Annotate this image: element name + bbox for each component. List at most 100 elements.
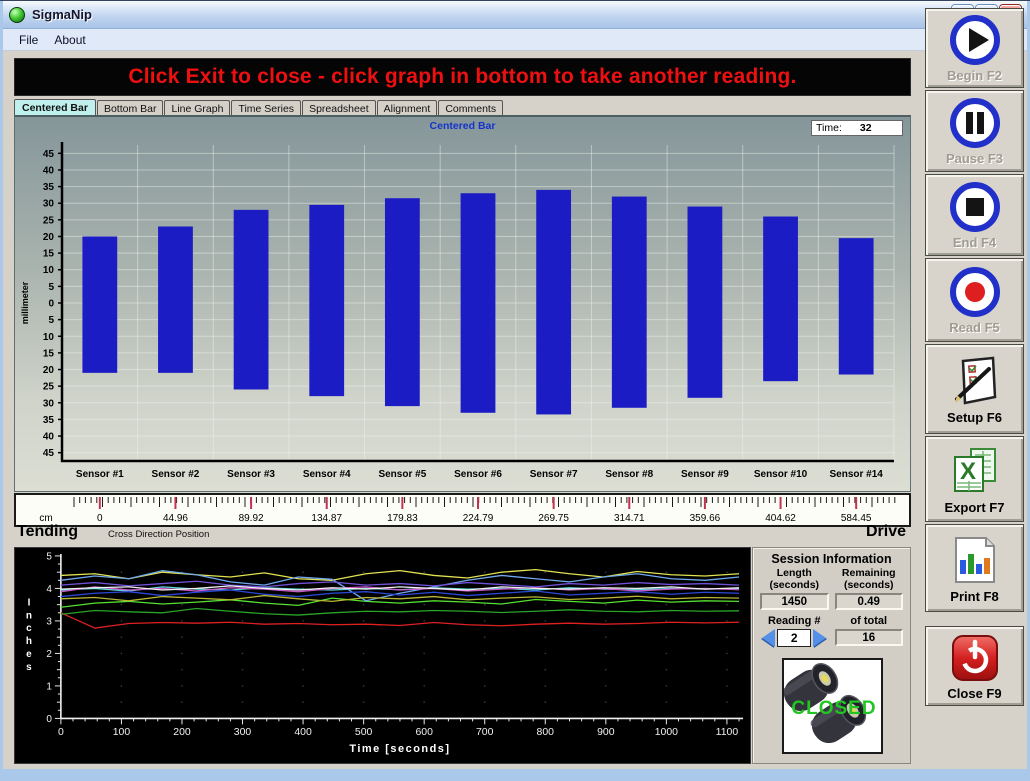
tab-spreadsheet[interactable]: Spreadsheet <box>302 100 376 116</box>
setup-button[interactable]: Setup F6 <box>925 344 1024 434</box>
svg-text:Sensor #1: Sensor #1 <box>76 469 124 480</box>
svg-text:40: 40 <box>43 432 55 443</box>
svg-text:269.75: 269.75 <box>538 513 569 524</box>
end-button[interactable]: End F4 <box>925 174 1024 256</box>
svg-text:Time [seconds]: Time [seconds] <box>349 743 450 755</box>
reading-number-field[interactable]: 2 <box>777 629 811 647</box>
svg-text:h: h <box>26 636 32 647</box>
time-value: 32 <box>860 122 872 134</box>
reading-next-arrow-icon[interactable] <box>813 629 826 647</box>
ruler-axis-label: Cross Direction Position <box>108 529 209 540</box>
length-label: Length (seconds) <box>760 568 829 591</box>
tab-line-graph[interactable]: Line Graph <box>164 100 230 116</box>
svg-text:25: 25 <box>43 215 55 226</box>
menu-about[interactable]: About <box>46 31 93 49</box>
tab-time-series[interactable]: Time Series <box>231 100 301 116</box>
time-series-chart[interactable]: 0123450100200300400500600700800900100011… <box>14 547 751 764</box>
app-icon <box>9 7 25 23</box>
print-button[interactable]: Print F8 <box>925 524 1024 612</box>
pause-button[interactable]: Pause F3 <box>925 90 1024 172</box>
svg-text:200: 200 <box>173 727 191 738</box>
svg-text:44.96: 44.96 <box>163 513 188 524</box>
setup-icon <box>947 353 1003 409</box>
tab-centered-bar[interactable]: Centered Bar <box>14 99 96 116</box>
svg-text:224.79: 224.79 <box>463 513 494 524</box>
svg-text:e: e <box>26 649 32 660</box>
svg-text:35: 35 <box>43 415 55 426</box>
svg-text:700: 700 <box>476 727 494 738</box>
remaining-value: 0.49 <box>835 593 904 610</box>
svg-text:45: 45 <box>43 448 55 459</box>
svg-text:Sensor #14: Sensor #14 <box>829 469 883 480</box>
total-readings-value: 16 <box>835 629 904 646</box>
svg-text:0: 0 <box>46 714 52 725</box>
pause-icon <box>948 96 1002 150</box>
svg-text:1: 1 <box>46 681 52 692</box>
print-icon <box>947 532 1003 588</box>
reading-prev-arrow-icon[interactable] <box>762 629 775 647</box>
centered-bar-chart: 45403530252015105051015202530354045Senso… <box>16 135 909 492</box>
svg-text:Sensor #10: Sensor #10 <box>754 469 808 480</box>
svg-text:I: I <box>28 597 31 608</box>
svg-text:400: 400 <box>294 727 312 738</box>
excel-icon: X <box>947 443 1003 499</box>
svg-text:800: 800 <box>537 727 555 738</box>
length-value: 1450 <box>760 593 829 610</box>
drive-label: Drive <box>866 523 906 541</box>
svg-text:n: n <box>26 610 32 621</box>
svg-text:30: 30 <box>43 199 55 210</box>
warning-text: Click Exit to close - click graph in bot… <box>128 65 796 89</box>
svg-text:Sensor #7: Sensor #7 <box>530 469 578 480</box>
svg-text:900: 900 <box>597 727 615 738</box>
svg-text:314.71: 314.71 <box>614 513 645 524</box>
time-series-plot: 0123450100200300400500600700800900100011… <box>15 548 750 763</box>
tab-bottom-bar[interactable]: Bottom Bar <box>97 100 164 116</box>
close-button[interactable]: Close F9 <box>925 626 1024 706</box>
power-icon <box>948 631 1002 685</box>
svg-text:X: X <box>960 458 976 485</box>
svg-text:5: 5 <box>48 282 54 293</box>
svg-text:4: 4 <box>46 584 52 595</box>
export-button[interactable]: X Export F7 <box>925 436 1024 522</box>
svg-text:1100: 1100 <box>716 727 739 738</box>
svg-text:20: 20 <box>43 365 55 376</box>
window-title: SigmaNip <box>32 7 92 22</box>
read-button[interactable]: Read F5 <box>925 258 1024 342</box>
svg-text:Sensor #3: Sensor #3 <box>227 469 275 480</box>
svg-text:0: 0 <box>97 513 103 524</box>
svg-text:10: 10 <box>43 332 55 343</box>
svg-text:Sensor #5: Sensor #5 <box>378 469 426 480</box>
svg-text:s: s <box>26 662 32 673</box>
svg-text:Sensor #8: Sensor #8 <box>605 469 653 480</box>
title-bar: SigmaNip ✕ <box>3 1 1027 29</box>
svg-text:5: 5 <box>46 551 52 562</box>
svg-text:Sensor #6: Sensor #6 <box>454 469 502 480</box>
tab-alignment[interactable]: Alignment <box>377 100 438 116</box>
ruler-scale: 044.9689.92134.87179.83224.79269.75314.7… <box>16 495 909 525</box>
tab-comments[interactable]: Comments <box>438 100 503 116</box>
of-total-label: of total <box>835 615 904 627</box>
begin-button[interactable]: Begin F2 <box>925 8 1024 88</box>
nip-rolls-image: CLOSED <box>782 658 883 754</box>
warning-banner: Click Exit to close - click graph in bot… <box>14 58 911 96</box>
svg-text:Sensor #4: Sensor #4 <box>303 469 351 480</box>
tab-strip: Centered Bar Bottom Bar Line Graph Time … <box>14 99 504 116</box>
menu-file[interactable]: File <box>11 31 46 49</box>
session-title: Session Information <box>753 552 910 566</box>
svg-text:600: 600 <box>415 727 433 738</box>
tending-label: Tending <box>17 523 78 541</box>
svg-text:404.62: 404.62 <box>765 513 796 524</box>
svg-text:179.83: 179.83 <box>387 513 418 524</box>
reading-label: Reading # <box>760 615 829 627</box>
chart-title: Centered Bar <box>15 120 910 132</box>
play-icon <box>948 13 1002 67</box>
svg-text:300: 300 <box>234 727 252 738</box>
svg-text:134.87: 134.87 <box>311 513 342 524</box>
record-icon <box>948 265 1002 319</box>
reading-stepper: 2 <box>760 629 829 647</box>
svg-text:Sensor #2: Sensor #2 <box>152 469 200 480</box>
time-field[interactable]: Time: 32 <box>811 120 903 136</box>
centered-bar-chart-panel: Centered Bar Time: 32 454035302520151050… <box>14 115 911 492</box>
svg-text:30: 30 <box>43 398 55 409</box>
stop-icon <box>948 180 1002 234</box>
